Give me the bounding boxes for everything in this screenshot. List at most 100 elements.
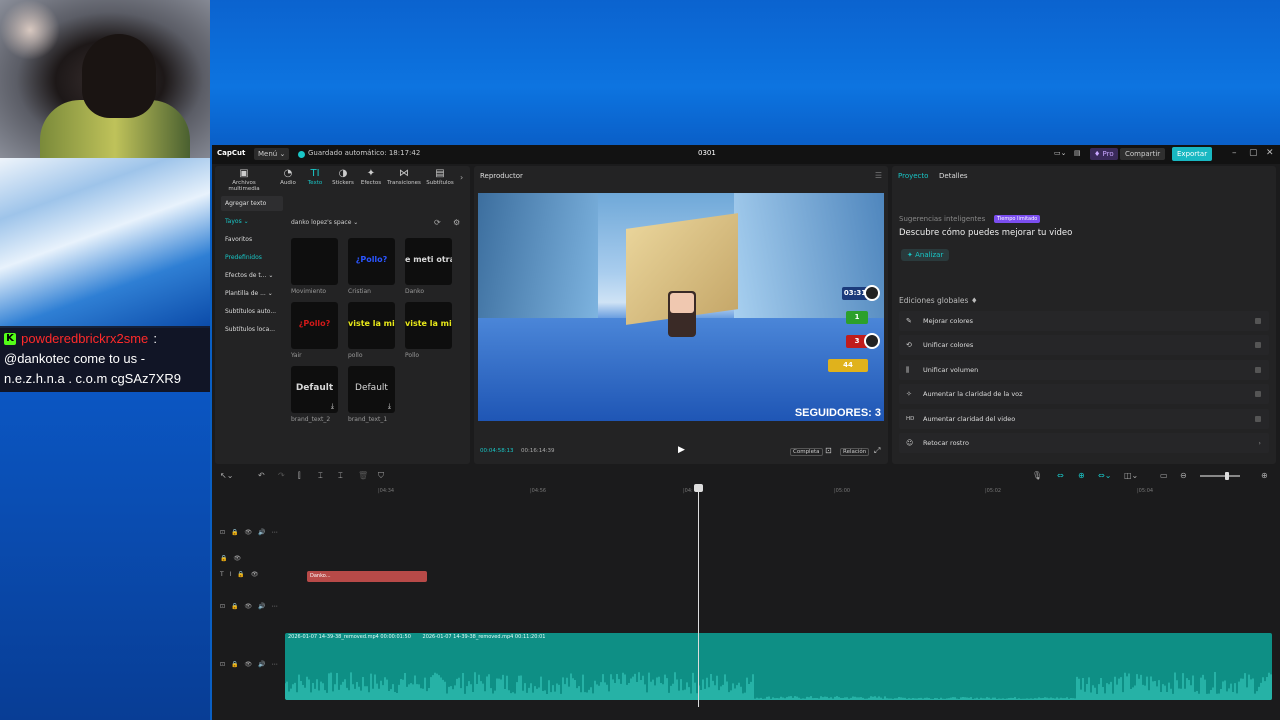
tab-audio[interactable]: ◔ Audio xyxy=(277,168,299,186)
toggle[interactable] xyxy=(1255,318,1261,324)
download-icon[interactable]: ⤓ xyxy=(331,402,334,411)
microphone-icon[interactable]: 🎙 xyxy=(1032,471,1042,480)
preview-axis-icon[interactable]: ◫⌄ xyxy=(1124,471,1138,480)
template-card[interactable]: Default ⤓ xyxy=(291,366,338,413)
player-menu-icon[interactable]: ☰ xyxy=(875,171,882,180)
tab-text[interactable]: TI Texto xyxy=(304,168,326,186)
zoom-slider[interactable] xyxy=(1200,475,1240,477)
chevron-right-icon[interactable]: › xyxy=(460,173,463,182)
media-panel: ▣ Archivos multimedia ◔ Audio TI Texto ◑ Sti… xyxy=(215,166,470,464)
chat-text-line1: @dankotec come to us - xyxy=(4,351,146,366)
track-controls[interactable]: ⊡🔒👁🔊⋯ xyxy=(220,529,284,536)
undo-icon[interactable]: ↶ xyxy=(258,471,265,480)
template-card[interactable]: Default ⤓ xyxy=(348,366,395,413)
aspect-ratio-button[interactable]: Relación xyxy=(840,448,870,456)
analyze-button[interactable]: ✦ Analizar xyxy=(901,249,950,261)
track-controls[interactable]: TI🔒👁 xyxy=(220,571,265,578)
edit-retouch-face[interactable]: ☺ Retocar rostro › xyxy=(899,433,1269,453)
zoom-out-icon[interactable]: ⊖ xyxy=(1180,471,1187,480)
template-card[interactable]: ¿Pollo? xyxy=(348,238,395,285)
zoom-slider-handle[interactable] xyxy=(1225,472,1229,480)
tab-details[interactable]: Detalles xyxy=(939,172,968,180)
shield-icon[interactable]: ⛉ xyxy=(378,471,384,481)
link-icon[interactable]: ⇔ xyxy=(1057,471,1064,480)
tab-effects[interactable]: ✦ Efectos xyxy=(359,168,383,186)
split-icon[interactable]: ⫿ xyxy=(298,471,301,481)
track-controls[interactable]: 🔒👁 xyxy=(220,555,247,562)
shortcut-icon[interactable]: ▤ xyxy=(1074,149,1081,157)
toggle[interactable] xyxy=(1255,391,1261,397)
template-label: Cristian xyxy=(348,288,371,295)
time-ruler[interactable]: |04:34 |04:56 |04: |05:00 |05:02 |05:04 xyxy=(285,486,1280,496)
template-preview: Default xyxy=(355,383,388,393)
edit-voice-clarity[interactable]: ✧ Aumentar la claridad de la voz xyxy=(899,384,1269,404)
toggle[interactable] xyxy=(1255,342,1261,348)
tab-transitions[interactable]: ⋈ Transiciones xyxy=(385,168,423,186)
edit-unify-colors[interactable]: ⟲ Unificar colores xyxy=(899,335,1269,355)
category-auto-subtitles[interactable]: Subtítulos auto... xyxy=(221,304,283,319)
playhead-handle[interactable] xyxy=(694,484,703,492)
wallpaper-wave xyxy=(0,158,210,328)
template-card[interactable]: e meti otra v xyxy=(405,238,452,285)
tab-project[interactable]: Proyecto xyxy=(898,172,928,180)
fullscreen-icon[interactable]: ⤢ xyxy=(874,446,880,456)
template-card[interactable]: viste la miniat xyxy=(348,302,395,349)
toggle[interactable] xyxy=(1255,416,1261,422)
category-tayos[interactable]: Tayos ⌄ xyxy=(221,214,283,229)
chevron-right-icon[interactable]: › xyxy=(1258,433,1261,453)
share-button[interactable]: Compartir xyxy=(1120,148,1166,160)
add-text-button[interactable]: Agregar texto xyxy=(221,196,283,211)
delete-icon[interactable]: 🗑 xyxy=(358,471,368,480)
category-local-subtitles[interactable]: Subtítulos loca... xyxy=(221,322,283,337)
template-card[interactable]: viste la miniat xyxy=(405,302,452,349)
refresh-icon[interactable]: ⟳ xyxy=(434,218,441,227)
snap-icon[interactable]: ⇔⌄ xyxy=(1098,471,1111,480)
category-templates[interactable]: Plantilla de ... ⌄ xyxy=(221,286,283,301)
playback-bar: 00:04:58:13 00:16:14:39 ▶ Completa ⊡ Rel… xyxy=(474,424,888,464)
track-controls[interactable]: ⊡🔒👁🔊⋯ xyxy=(220,603,284,610)
split-left-icon[interactable]: ⌶ xyxy=(318,471,323,481)
playhead[interactable] xyxy=(698,485,699,707)
export-button[interactable]: Exportar xyxy=(1172,147,1213,161)
play-icon[interactable]: ▶ xyxy=(678,445,685,455)
edit-video-clarity[interactable]: HD Aumentar claridad del video xyxy=(899,409,1269,429)
crop-icon[interactable]: ⊡ xyxy=(825,446,832,455)
minimize-icon[interactable]: – xyxy=(1232,148,1237,158)
tab-media[interactable]: ▣ Archivos multimedia xyxy=(217,168,271,192)
template-card[interactable] xyxy=(291,238,338,285)
tab-subtitles[interactable]: ▤ Subtítulos xyxy=(425,168,455,186)
maximize-icon[interactable]: ▢ xyxy=(1249,148,1258,158)
edit-enhance-colors[interactable]: ✎ Mejorar colores xyxy=(899,311,1269,331)
space-selector[interactable]: danko lopez's space ⌄ xyxy=(291,219,358,226)
close-icon[interactable]: ✕ xyxy=(1266,148,1274,158)
timeline: ↖⌄ ↶ ↷ ⫿ ⌶ ⌶ 🗑 ⛉ 🎙 ⇔ ⊕ ⇔⌄ ◫⌄ ▭ ⊖ ⊕ |04:3… xyxy=(212,467,1280,720)
track-controls[interactable]: ⊡🔒👁🔊⋯ xyxy=(220,661,284,668)
split-right-icon[interactable]: ⌶ xyxy=(338,471,343,481)
settings-icon[interactable]: ⚙ xyxy=(453,218,460,227)
full-quality-button[interactable]: Completa xyxy=(790,448,823,456)
template-preview: Default xyxy=(295,383,334,393)
menu-button[interactable]: Menú ⌄ xyxy=(254,148,290,160)
toggle[interactable] xyxy=(1255,367,1261,373)
template-card[interactable]: ¿Pollo? xyxy=(291,302,338,349)
ruler-tick: |04:34 xyxy=(378,488,395,494)
category-favorites[interactable]: Favoritos xyxy=(221,232,283,247)
captions-icon[interactable]: ▭ xyxy=(1160,471,1168,480)
magnet-icon[interactable]: ⊕ xyxy=(1078,471,1085,480)
edit-unify-volume[interactable]: ⫼ Unificar volumen xyxy=(899,360,1269,380)
redo-icon[interactable]: ↷ xyxy=(278,471,285,480)
smart-suggestions-label: Sugerencias inteligentes xyxy=(899,215,986,223)
category-list: Agregar texto Tayos ⌄ Favoritos Predefin… xyxy=(221,196,283,340)
category-presets[interactable]: Predefinidos xyxy=(221,250,283,265)
layout-icon[interactable]: ▭⌄ xyxy=(1054,149,1066,157)
video-preview[interactable]: 03:31 1 3 44 SEGUIDORES: 3 xyxy=(478,193,884,421)
template-preview: viste la miniat xyxy=(348,319,395,328)
zoom-in-icon[interactable]: ⊕ xyxy=(1261,471,1268,480)
select-tool-icon[interactable]: ↖⌄ xyxy=(220,471,233,480)
text-clip[interactable]: Danko... xyxy=(307,571,427,582)
tab-stickers[interactable]: ◑ Stickers xyxy=(330,168,356,186)
download-icon[interactable]: ⤓ xyxy=(388,402,391,411)
audio-clip[interactable]: 2026-01-07 14-39-38_removed.mp4 00:00:01… xyxy=(285,633,1272,700)
category-text-effects[interactable]: Efectos de t... ⌄ xyxy=(221,268,283,283)
pro-badge[interactable]: ♦ Pro xyxy=(1090,148,1118,160)
